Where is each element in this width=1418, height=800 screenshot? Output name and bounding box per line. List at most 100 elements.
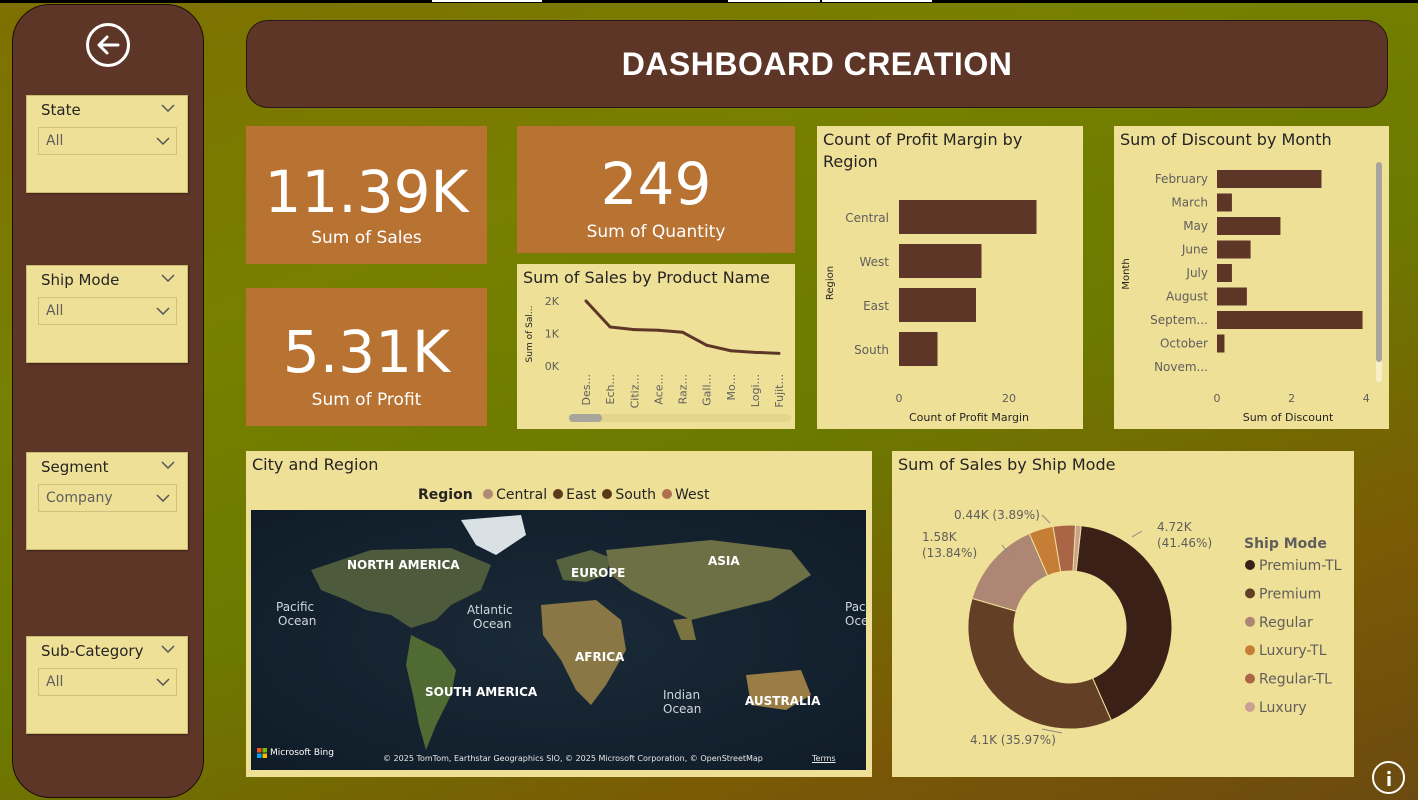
chart-title: City and Region [252,455,379,474]
kpi-value: 5.31K [282,318,451,386]
x-axis-label: Sum of Discount [1243,411,1334,424]
map-label: AFRICA [575,650,625,664]
legend-label: Luxury-TL [1259,643,1327,659]
chart-discount-by-month[interactable]: Sum of Discount by Month February March Ma… [1114,126,1389,429]
bar [899,200,1037,234]
slicer-title: State [41,101,81,119]
y-axis-label: Sum of Sal... [525,306,535,363]
slicer-dropdown[interactable]: All [38,668,177,696]
y-axis-label: Region [825,266,836,300]
legend-dot [662,489,673,499]
map-city-and-region[interactable]: City and Region Region Central East South W… [246,451,872,777]
top-strip [0,0,1418,3]
y-tick-label: Central [845,211,889,225]
legend-label: East [566,487,597,503]
x-tick-label: Raz... [677,374,690,404]
data-point [753,350,757,354]
y-tick-label: South [854,343,889,357]
legend-item[interactable]: South [602,487,656,503]
chart-sales-by-product[interactable]: Sum of Sales by Product Name 0K 1K 2K Sum o… [517,264,795,429]
kpi-card-profit[interactable]: 5.31K Sum of Profit [246,288,487,426]
kpi-card-sales[interactable]: 11.39K Sum of Sales [246,126,487,264]
x-tick-label: Logi... [749,374,762,407]
bar [1217,170,1322,188]
chevron-down-icon[interactable] [161,461,175,469]
legend-dot [1245,645,1255,656]
y-tick-label: 0K [545,360,560,373]
slicer-title: Ship Mode [41,271,120,289]
legend-dot [1245,560,1255,570]
chevron-down-icon[interactable] [161,645,175,653]
bar [1217,287,1247,306]
legend-label: Premium [1259,586,1321,602]
x-tick-label: Gall... [701,374,714,406]
data-point [729,349,733,353]
bar [899,244,982,278]
legend-item[interactable]: West [662,487,709,503]
legend-title: Region [418,487,473,503]
legend-title: Ship Mode [1244,536,1327,552]
map-terms-link[interactable]: Terms [812,754,836,763]
bar [899,288,976,322]
legend-label: Luxury [1259,700,1307,716]
back-arrow-icon[interactable] [86,23,130,67]
legend-label: South [615,487,657,503]
scrollbar-track [569,414,791,422]
chart-sales-by-ship-mode[interactable]: Sum of Sales by Ship Mode 4.72K (41.46%) 4… [892,451,1354,777]
bar [1217,240,1251,259]
legend-item[interactable]: East [553,487,596,503]
map-attribution[interactable]: © 2025 TomTom, Earthstar Geographics SIO… [383,754,763,763]
world-map-graphic [311,515,811,750]
y-tick-label: 1K [545,328,560,341]
map-label: Indian [663,688,701,702]
data-point [656,328,660,332]
x-axis-label: Count of Profit Margin [909,411,1029,424]
legend-label: Central [496,487,548,503]
legend-dot [602,489,613,499]
slicer-dropdown[interactable]: All [38,127,177,155]
slicer-value: Company [46,490,113,506]
label-leader-line [1131,530,1143,538]
slicer-value: All [46,133,64,149]
scrollbar-thumb [569,414,602,422]
bing-logo: Microsoft Bing [257,748,334,758]
legend-item[interactable]: Central [483,487,547,503]
map-label: SOUTH AMERICA [425,685,538,699]
world-map[interactable]: NORTH AMERICA EUROPE ASIA AFRICA SOUTH A… [251,510,866,770]
legend-label: Regular-TL [1259,672,1332,688]
chart-profit-margin-by-region[interactable]: Count of Profit Margin by Region Central… [817,126,1083,429]
y-tick-label: West [859,255,889,269]
chevron-down-icon[interactable] [161,274,175,282]
x-tick-label: 0 [1214,392,1221,405]
legend-dot [553,489,564,499]
slicer-ship-mode[interactable]: Ship Mode All [26,265,188,363]
info-icon[interactable] [1372,761,1405,794]
y-tick-label: Novem... [1154,360,1208,374]
kpi-card-quantity[interactable]: 249 Sum of Quantity [517,126,795,253]
slicer-dropdown[interactable]: All [38,297,177,325]
dashboard-header: DASHBOARD CREATION [246,20,1388,108]
y-tick-label: July [1185,266,1208,280]
bar [1217,264,1232,282]
bar-chart-svg: February March May June July August Septem... O… [1121,162,1382,424]
map-label: ASIA [708,554,740,568]
slicer-sub-category[interactable]: Sub-Category All [26,636,188,734]
data-label: (13.84%) [922,546,977,560]
chevron-down-icon[interactable] [161,104,175,112]
kpi-label: Sum of Sales [311,228,422,248]
bar-chart-svg: Central West East South 0 20 Count of Profit M… [825,200,1037,424]
kpi-label: Sum of Profit [311,390,422,410]
slicer-dropdown[interactable]: Company [38,484,177,512]
bar [1217,311,1363,329]
slicer-state[interactable]: State All [26,95,188,193]
y-tick-label: October [1160,337,1208,351]
legend-dot [1245,673,1255,684]
slicer-segment[interactable]: Segment Company [26,452,188,550]
slicer-value: All [46,303,64,319]
donut-slice [967,597,1112,730]
legend-label: Regular [1259,615,1313,631]
map-label: Pac [845,600,866,614]
slicer-title: Segment [41,458,109,476]
map-label: NORTH AMERICA [347,558,460,572]
y-tick-label: East [863,299,889,313]
